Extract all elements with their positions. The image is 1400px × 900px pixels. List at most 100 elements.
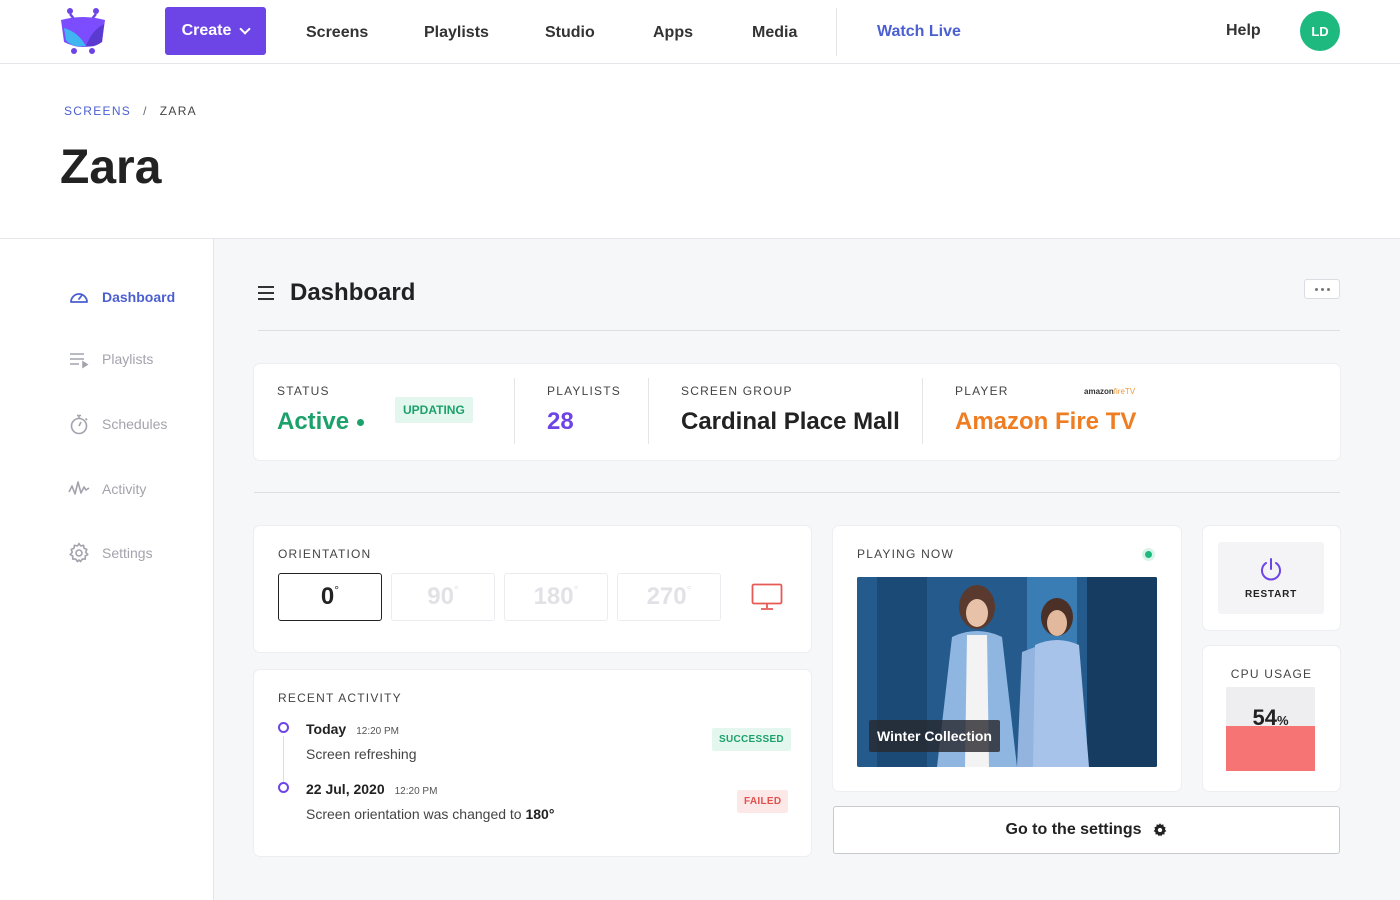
activity-wave-icon bbox=[68, 481, 90, 495]
nav-apps[interactable]: Apps bbox=[653, 24, 693, 42]
degree-symbol: ° bbox=[573, 583, 579, 597]
dashboard-header: Dashboard bbox=[258, 279, 415, 307]
sidebar-item-schedules[interactable]: Schedules bbox=[68, 413, 167, 435]
sidebar-item-label: Playlists bbox=[102, 351, 154, 367]
dashboard-title: Dashboard bbox=[290, 279, 416, 306]
divider bbox=[648, 378, 649, 444]
nav-playlists[interactable]: Playlists bbox=[424, 24, 489, 42]
app-logo-icon[interactable] bbox=[58, 6, 108, 56]
orientation-270-button[interactable]: 270 ° bbox=[617, 573, 721, 621]
cpu-usage-fill bbox=[1226, 725, 1315, 771]
create-button[interactable]: Create bbox=[165, 7, 266, 55]
updating-badge: UPDATING bbox=[395, 397, 473, 423]
restart-button[interactable]: RESTART bbox=[1218, 542, 1324, 614]
orientation-value: 270 bbox=[646, 583, 687, 610]
sidebar-item-label: Dashboard bbox=[102, 289, 176, 305]
timeline-dot-icon bbox=[278, 722, 289, 733]
sidebar-item-playlists[interactable]: Playlists bbox=[68, 348, 153, 370]
orientation-180-button[interactable]: 180 ° bbox=[504, 573, 608, 621]
recent-activity-label: RECENT ACTIVITY bbox=[278, 691, 402, 705]
orientation-90-button[interactable]: 90 ° bbox=[391, 573, 495, 621]
nav-studio[interactable]: Studio bbox=[545, 24, 595, 42]
nav-divider bbox=[836, 8, 837, 56]
cpu-usage-gauge: 54% bbox=[1226, 687, 1315, 771]
go-to-settings-label: Go to the settings bbox=[1005, 821, 1142, 838]
gear-icon bbox=[69, 542, 89, 563]
create-button-label: Create bbox=[181, 22, 232, 39]
player-value: Amazon Fire TV bbox=[955, 408, 1137, 435]
timeline-dot-icon bbox=[278, 782, 289, 793]
ellipsis-icon bbox=[1314, 287, 1318, 291]
restart-card: RESTART bbox=[1203, 526, 1340, 630]
divider bbox=[514, 378, 515, 444]
restart-label: RESTART bbox=[1244, 588, 1298, 600]
orientation-card: ORIENTATION 0 ° 90 ° 180 ° 270 ° bbox=[254, 526, 811, 652]
nav-screens[interactable]: Screens bbox=[306, 24, 368, 42]
gauge-icon bbox=[70, 293, 88, 303]
chevron-down-icon bbox=[239, 23, 252, 35]
sidebar-item-activity[interactable]: Activity bbox=[68, 478, 146, 500]
go-to-settings-button[interactable]: Go to the settings bbox=[833, 806, 1340, 854]
degree-symbol: ° bbox=[686, 583, 692, 597]
monitor-icon bbox=[751, 583, 783, 610]
playlists-value[interactable]: 28 bbox=[547, 408, 621, 436]
status-dot-icon bbox=[357, 419, 365, 427]
activity-time: 12:20 PM bbox=[356, 726, 400, 737]
screen-group-block: SCREEN GROUP Cardinal Place Mall bbox=[681, 384, 900, 436]
breadcrumb-separator: / bbox=[143, 104, 148, 118]
amazon-fire-tv-logo: amazonfireTV bbox=[1084, 387, 1135, 396]
cpu-usage-card: CPU USAGE 54% bbox=[1203, 646, 1340, 791]
screen-group-label: SCREEN GROUP bbox=[681, 384, 793, 398]
activity-description-highlight: 180° bbox=[525, 806, 555, 822]
divider bbox=[922, 378, 923, 444]
cpu-usage-label: CPU USAGE bbox=[1230, 667, 1313, 681]
orientation-label: ORIENTATION bbox=[278, 547, 372, 561]
screen-status-card: STATUS Active UPDATING PLAYLISTS 28 SCRE… bbox=[254, 364, 1340, 460]
nav-media[interactable]: Media bbox=[752, 24, 797, 42]
main-content: Dashboard STATUS Active UPDATING PLAYLIS… bbox=[214, 239, 1400, 900]
user-avatar[interactable]: LD bbox=[1300, 11, 1340, 51]
sidebar-item-label: Settings bbox=[102, 545, 153, 561]
activity-date-text: Today bbox=[306, 721, 347, 737]
breadcrumb-screens-link[interactable]: SCREENS bbox=[64, 104, 131, 118]
body-area: Dashboard Playlists Schedules Activity S… bbox=[0, 238, 1400, 900]
orientation-value: 0 bbox=[320, 583, 335, 610]
playing-now-label: PLAYING NOW bbox=[857, 547, 954, 561]
breadcrumb-current: ZARA bbox=[159, 104, 197, 118]
status-value: Active bbox=[277, 408, 365, 436]
activity-date: 22 Jul, 2020 12:20 PM bbox=[306, 781, 437, 797]
status-badge-success: SUCCESSED bbox=[712, 728, 791, 751]
sidebar-item-label: Schedules bbox=[102, 416, 168, 432]
breadcrumb: SCREENS / ZARA bbox=[64, 104, 197, 118]
playlists-label: PLAYLISTS bbox=[547, 384, 621, 398]
help-link[interactable]: Help bbox=[1226, 22, 1261, 40]
sidebar-item-label: Activity bbox=[102, 481, 147, 497]
live-indicator-icon bbox=[1145, 551, 1152, 558]
screen-group-value[interactable]: Cardinal Place Mall bbox=[681, 408, 900, 436]
hamburger-menu-icon[interactable] bbox=[258, 286, 274, 300]
orientation-0-button[interactable]: 0 ° bbox=[278, 573, 382, 621]
degree-symbol: ° bbox=[453, 583, 459, 597]
now-playing-caption: Winter Collection bbox=[869, 720, 1000, 752]
orientation-value: 180 bbox=[533, 583, 574, 610]
top-navbar: Create Screens Playlists Studio Apps Med… bbox=[0, 0, 1400, 64]
now-playing-thumbnail[interactable]: Winter Collection bbox=[857, 577, 1157, 767]
playing-now-card: PLAYING NOW Winter Collection bbox=[833, 526, 1181, 791]
activity-description: Screen refreshing bbox=[306, 746, 417, 762]
degree-symbol: ° bbox=[334, 583, 340, 597]
sidebar-item-dashboard[interactable]: Dashboard bbox=[68, 286, 175, 308]
status-value-text: Active bbox=[277, 408, 350, 435]
cpu-usage-value: 54% bbox=[1226, 705, 1315, 731]
activity-description-text: Screen orientation was changed to bbox=[306, 806, 526, 822]
orientation-value: 90 bbox=[427, 583, 454, 610]
playlists-block: PLAYLISTS 28 bbox=[547, 384, 621, 436]
watch-live-link[interactable]: Watch Live bbox=[877, 23, 961, 41]
status-badge-failed: FAILED bbox=[737, 790, 789, 813]
activity-time: 12:20 PM bbox=[394, 786, 438, 797]
recent-activity-card: RECENT ACTIVITY Today 12:20 PM Screen ref… bbox=[254, 670, 811, 856]
page-title: Zara bbox=[60, 141, 162, 194]
more-options-button[interactable] bbox=[1304, 279, 1340, 299]
sidebar-item-settings[interactable]: Settings bbox=[68, 542, 153, 564]
status-block: STATUS Active bbox=[277, 384, 365, 436]
power-icon bbox=[1261, 557, 1281, 580]
